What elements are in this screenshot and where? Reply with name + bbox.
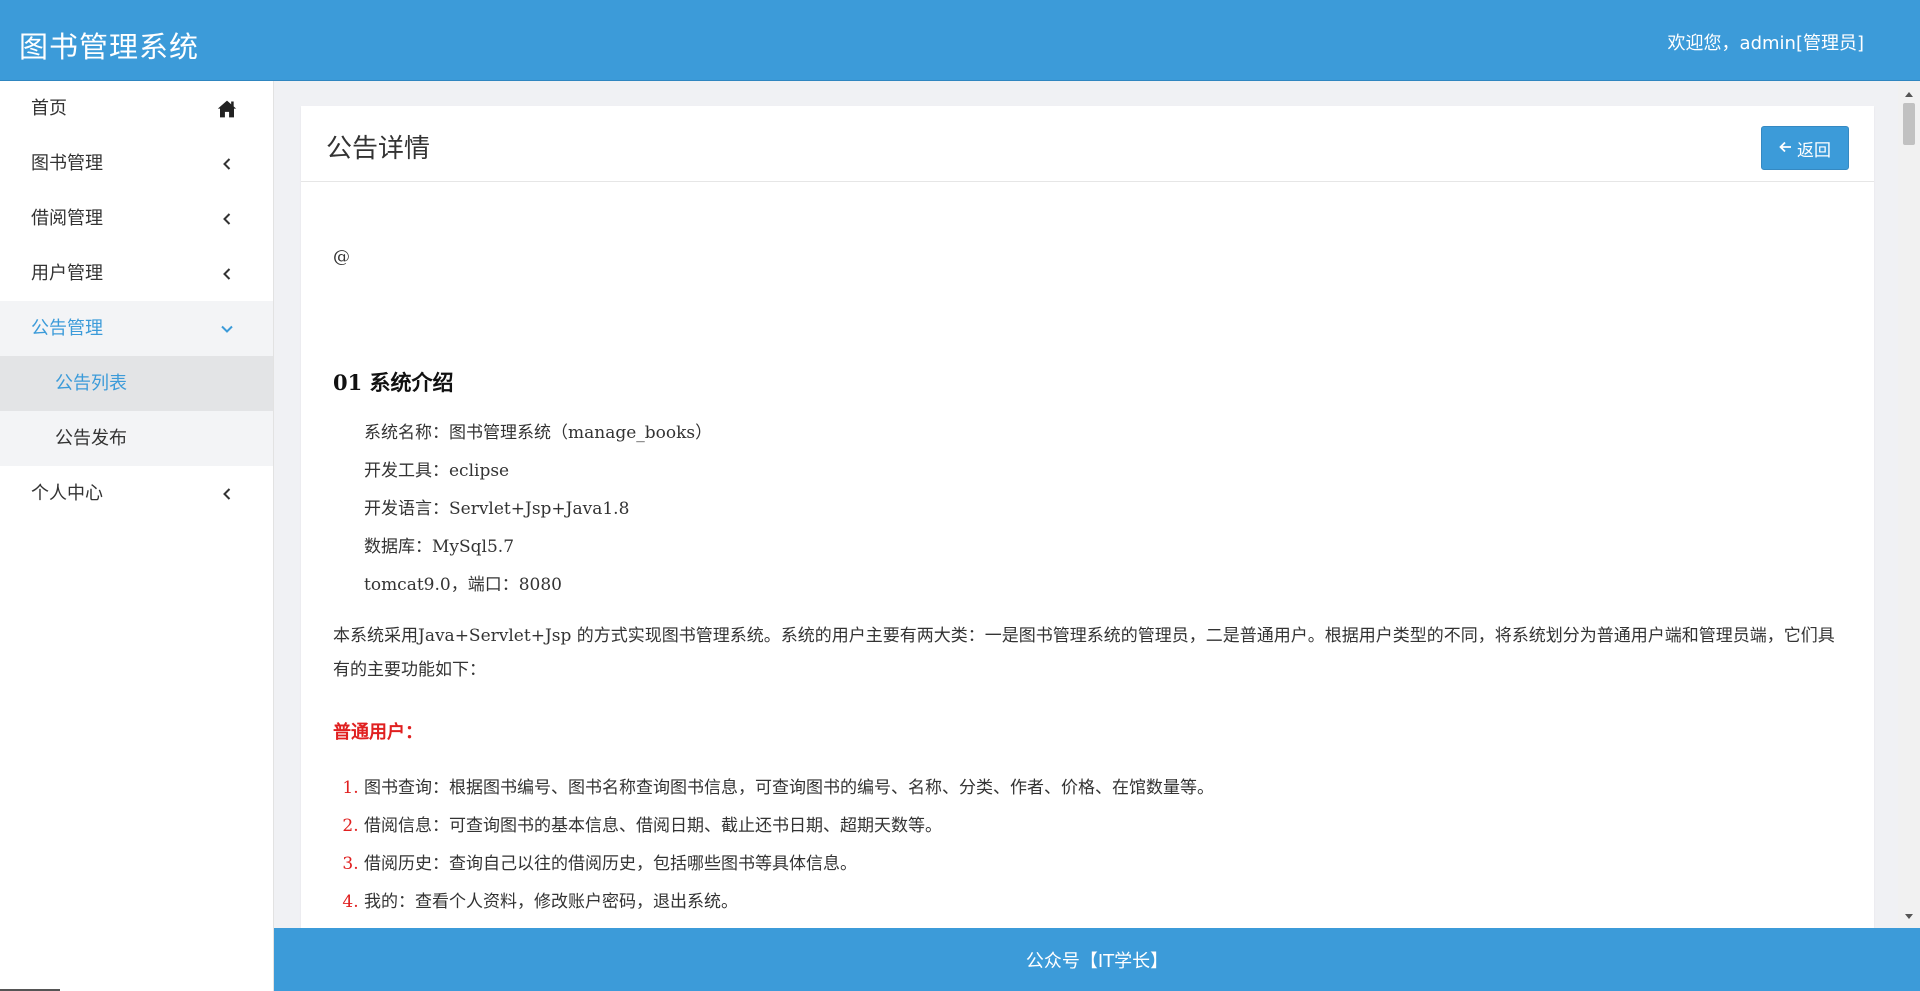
page-title: 公告详情: [326, 134, 431, 164]
scrollbar[interactable]: [1898, 81, 1920, 928]
sidebar-item-label: 用户管理: [31, 263, 103, 284]
home-icon: [217, 81, 237, 136]
feature-list: 图书查询：根据图书编号、图书名称查询图书信息，可查询图书的编号、名称、分类、作者…: [333, 769, 1841, 921]
chevron-left-icon: [217, 466, 237, 521]
sidebar-item-user-management[interactable]: 用户管理: [0, 246, 273, 301]
sidebar-item-label: 图书管理: [31, 153, 103, 174]
back-button[interactable]: 返回: [1761, 126, 1849, 170]
info-line: tomcat9.0，端口：8080: [364, 575, 562, 595]
sidebar-item-book-management[interactable]: 图书管理: [0, 136, 273, 191]
list-item: 借阅信息：可查询图书的基本信息、借阅日期、截止还书日期、超期天数等。: [364, 807, 1841, 845]
list-item: 我的：查看个人资料，修改账户密码，退出系统。: [364, 883, 1841, 921]
sidebar-item-personal-center[interactable]: 个人中心: [0, 466, 273, 521]
sidebar-item-notice-list[interactable]: 公告列表: [0, 356, 273, 411]
info-line: 数据库：MySql5.7: [364, 537, 515, 557]
arrow-left-icon: [1779, 138, 1792, 158]
section-title: 01 系统介绍: [333, 370, 454, 395]
chevron-down-icon: [217, 301, 237, 356]
notice-detail-card: 公告详情 返回 @ 01 系统介绍 系统名称：图书管理系统（manage_boo…: [301, 106, 1874, 928]
sidebar-item-borrow-management[interactable]: 借阅管理: [0, 191, 273, 246]
chevron-left-icon: [217, 246, 237, 301]
sidebar-item-label: 首页: [31, 98, 67, 119]
sidebar-item-label: 公告管理: [31, 318, 103, 339]
sidebar-item-notice-management[interactable]: 公告管理: [0, 301, 273, 356]
scroll-up-arrow-icon[interactable]: [1898, 85, 1920, 103]
article-body: @ 01 系统介绍 系统名称：图书管理系统（manage_books） 开发工具…: [301, 247, 1874, 921]
list-item: 图书查询：根据图书编号、图书名称查询图书信息，可查询图书的编号、名称、分类、作者…: [364, 769, 1841, 807]
sidebar-item-label: 借阅管理: [31, 208, 103, 229]
article-at-symbol: @: [333, 247, 350, 267]
footer-text: 公众号【IT学长】: [1025, 950, 1169, 972]
sidebar-submenu: 公告列表 公告发布: [0, 356, 273, 466]
list-item: 借阅历史：查询自己以往的借阅历史，包括哪些图书等具体信息。: [364, 845, 1841, 883]
app-title: 图书管理系统: [19, 30, 200, 64]
chevron-left-icon: [217, 191, 237, 246]
info-line: 开发工具：eclipse: [364, 461, 510, 481]
sidebar-item-label: 公告发布: [55, 428, 127, 449]
welcome-text: 欢迎您，admin[管理员]: [1667, 33, 1864, 54]
scroll-thumb[interactable]: [1903, 103, 1915, 145]
top-bar: 图书管理系统 欢迎您，admin[管理员]: [0, 0, 1920, 81]
scroll-down-arrow-icon[interactable]: [1898, 908, 1920, 926]
footer-bar: 公众号【IT学长】: [274, 928, 1920, 991]
user-heading: 普通用户：: [333, 722, 423, 743]
info-line: 开发语言：Servlet+Jsp+Java1.8: [364, 499, 630, 519]
system-info: 系统名称：图书管理系统（manage_books） 开发工具：eclipse 开…: [333, 414, 1841, 604]
sidebar-item-home[interactable]: 首页: [0, 81, 273, 136]
info-line: 系统名称：图书管理系统（manage_books）: [364, 423, 713, 443]
sidebar-item-notice-publish[interactable]: 公告发布: [0, 411, 273, 466]
intro-paragraph: 本系统采用Java+Servlet+Jsp 的方式实现图书管理系统。系统的用户主…: [333, 626, 1835, 680]
sidebar-item-label: 个人中心: [31, 483, 103, 504]
sidebar: 首页 图书管理 借阅管理 用户管理 公告管理 公告列表 公告发布 个人中心: [0, 81, 274, 991]
card-header: 公告详情 返回: [301, 106, 1874, 182]
back-button-label: 返回: [1797, 140, 1831, 161]
sidebar-item-label: 公告列表: [55, 373, 127, 394]
chevron-left-icon: [217, 136, 237, 191]
